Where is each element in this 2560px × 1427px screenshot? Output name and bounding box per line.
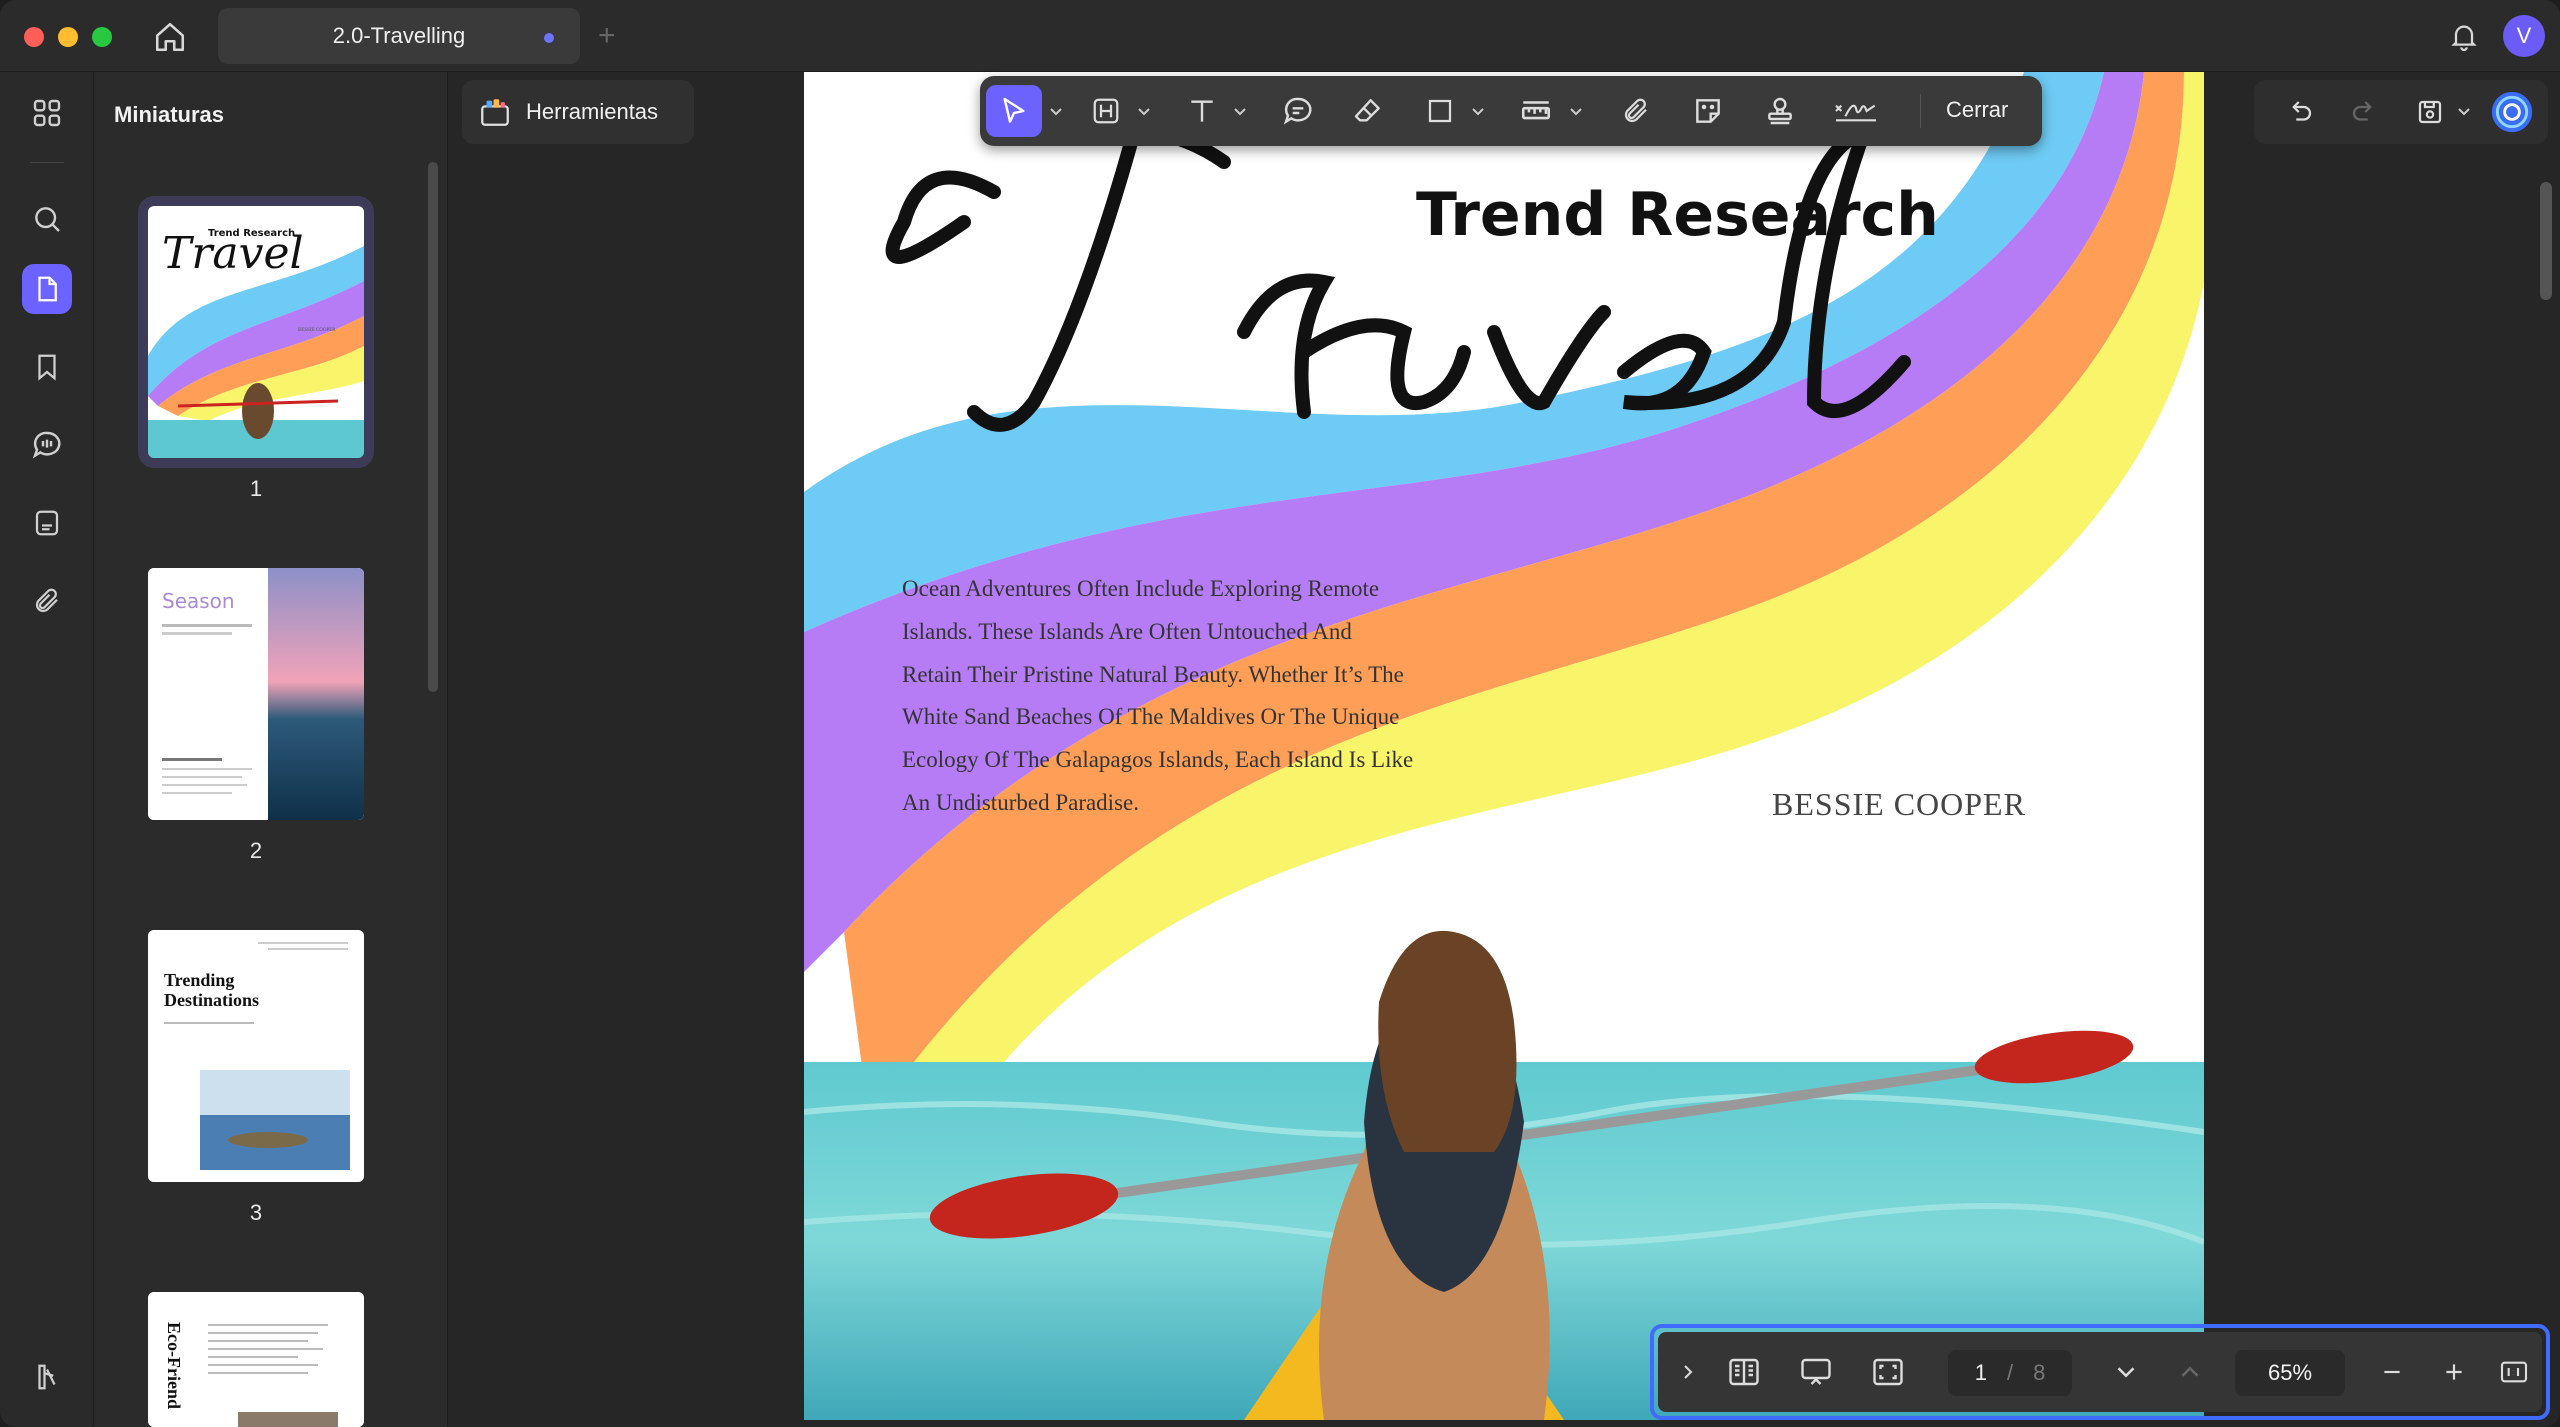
next-page-icon[interactable] [2102, 1348, 2150, 1396]
chevron-down-icon[interactable] [1048, 98, 1064, 126]
fit-page-icon[interactable] [1864, 1348, 1912, 1396]
toolbox-icon [481, 99, 509, 126]
tools-label: Herramientas [526, 99, 659, 124]
close-toolbar-button[interactable]: Cerrar [1946, 97, 2008, 123]
body-line: Retain Their Pristine Natural Beauty. Wh… [902, 661, 1404, 687]
undo-icon[interactable] [2274, 86, 2326, 138]
comment-icon[interactable] [22, 420, 72, 470]
zoom-level[interactable]: 65% [2235, 1350, 2345, 1396]
ai-assistant-icon[interactable] [2486, 86, 2538, 138]
unsaved-dot-icon [544, 33, 554, 43]
bell-icon[interactable] [2444, 16, 2484, 56]
highlight-tool-icon[interactable] [1084, 85, 1128, 137]
zoom-out-icon[interactable] [2368, 1348, 2416, 1396]
avatar[interactable]: V [2503, 15, 2545, 57]
pdf-page: Trend Research Ocean Adventures Often In… [804, 72, 2204, 1420]
chevron-down-icon[interactable] [2456, 98, 2472, 126]
add-tab-button[interactable]: + [598, 16, 616, 56]
thumbnails-panel: Miniaturas Trend Research Travel BESSIE … [94, 72, 448, 1427]
thumbnail-image: Trending Destinations [148, 930, 364, 1182]
thumbnail-title: Season [162, 589, 235, 613]
chevron-down-icon[interactable] [1568, 98, 1584, 126]
thumbnail-author: BESSIE COOPER [298, 328, 336, 333]
chevron-down-icon[interactable] [1232, 98, 1248, 126]
attachment-tool-icon[interactable] [1614, 85, 1658, 137]
thumbnail-number: 2 [249, 838, 263, 863]
title-bar: 2.0-Travelling + V [0, 0, 2560, 72]
thumbnail-script-title: Travel [162, 228, 304, 279]
tab-title: 2.0-Travelling [332, 23, 466, 48]
save-icon[interactable] [2404, 86, 2456, 138]
home-icon[interactable] [150, 17, 190, 57]
close-window-button[interactable] [24, 27, 44, 47]
minimize-window-button[interactable] [58, 27, 78, 47]
body-line: Islands. These Islands Are Often Untouch… [902, 618, 1352, 644]
current-page[interactable]: 1 [1975, 1360, 1987, 1386]
thumbnail-image: Season [148, 568, 364, 820]
thumbnail-number: 1 [249, 476, 263, 501]
thumbnail-page-4[interactable]: Eco-Friend [148, 1292, 364, 1427]
presentation-icon[interactable] [1792, 1348, 1840, 1396]
thumbnail-title: Eco-Friend [164, 1322, 184, 1409]
document-scrollbar[interactable] [2540, 182, 2552, 300]
redo-icon[interactable] [2338, 86, 2390, 138]
page-layout-icon[interactable] [1720, 1348, 1768, 1396]
eraser-tool-icon[interactable] [1346, 85, 1390, 137]
grid-view-icon[interactable] [22, 88, 72, 138]
body-line: Ecology Of The Galapagos Islands, Each I… [902, 747, 1414, 773]
tools-button[interactable]: Herramientas [462, 80, 694, 144]
thumbnail-image: Eco-Friend [148, 1292, 364, 1427]
body-line: An Undisturbed Paradise. [902, 789, 1139, 815]
bookmark-icon[interactable] [22, 342, 72, 392]
search-icon[interactable] [22, 194, 72, 244]
body-line: Ocean Adventures Often Include Exploring… [902, 576, 1380, 601]
form-icon[interactable] [22, 498, 72, 548]
total-pages: 8 [2033, 1360, 2046, 1385]
text-tool-icon[interactable] [1180, 85, 1224, 137]
thumbnail-number: 3 [249, 1200, 263, 1225]
layers-icon[interactable] [22, 1352, 72, 1402]
thumbnail-image: Trend Research Travel BESSIE COOPER [138, 196, 374, 468]
rectangle-tool-icon[interactable] [1418, 85, 1462, 137]
document-heading: Trend Research [1416, 180, 1939, 250]
sticker-tool-icon[interactable] [1686, 85, 1730, 137]
document-body: Ocean Adventures Often Include Exploring… [902, 568, 1482, 825]
thumbnail-page-3[interactable]: Trending Destinations 3 [148, 930, 364, 1226]
toolbar-divider [1920, 94, 1921, 128]
left-rail [0, 72, 94, 1427]
actual-size-icon[interactable] [2490, 1348, 2538, 1396]
right-tools-group [2254, 80, 2548, 144]
chevron-right-icon[interactable] [1668, 1348, 1708, 1396]
thumbnail-title: Trending Destinations [164, 970, 260, 1010]
chevron-down-icon[interactable] [1136, 98, 1152, 126]
previous-page-icon[interactable] [2166, 1348, 2214, 1396]
page-separator: / [2006, 1360, 2014, 1385]
thumbnail-page-2[interactable]: Season 2 [148, 568, 364, 864]
body-line: White Sand Beaches Of The Maldives Or Th… [902, 704, 1400, 730]
chevron-down-icon[interactable] [1470, 98, 1486, 126]
comment-tool-icon[interactable] [1276, 85, 1320, 137]
annotation-toolbar: Cerrar [980, 76, 2042, 146]
panel-title: Miniaturas [114, 102, 225, 127]
thumbnail-page-1[interactable]: Trend Research Travel BESSIE COOPER 1 [138, 196, 374, 502]
page-navigation-bar: 1 / 8 65% [1658, 1332, 2542, 1412]
maximize-window-button[interactable] [92, 27, 112, 47]
select-tool-icon[interactable] [986, 85, 1042, 137]
document-area: Herramientas Trend Research Ocean Advent… [448, 72, 2560, 1427]
stamp-tool-icon[interactable] [1758, 85, 1802, 137]
thumbnail-scrollbar[interactable] [428, 162, 438, 692]
measure-tool-icon[interactable] [1514, 85, 1558, 137]
document-author: BESSIE COOPER [1772, 786, 2026, 822]
page-indicator[interactable]: 1 / 8 [1948, 1350, 2072, 1396]
document-tab[interactable]: 2.0-Travelling [218, 8, 580, 64]
signature-tool-icon[interactable] [1826, 85, 1886, 137]
attachment-icon[interactable] [22, 576, 72, 626]
rail-divider [30, 162, 64, 163]
app-window: 2.0-Travelling + V Miniaturas Trend Rese… [0, 0, 2560, 1427]
thumbnails-page-icon[interactable] [22, 264, 72, 314]
zoom-in-icon[interactable] [2430, 1348, 2478, 1396]
